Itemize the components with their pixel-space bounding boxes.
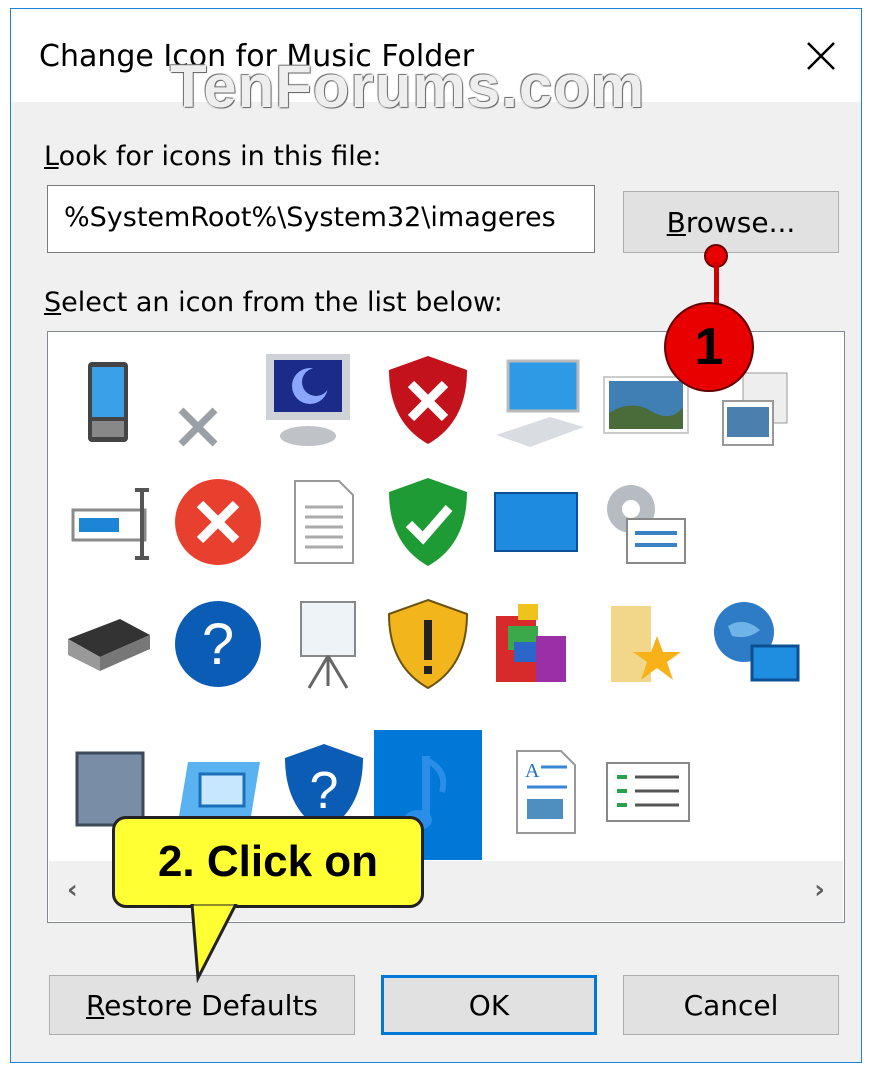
step2-callout-tail <box>190 904 238 984</box>
close-icon <box>807 41 835 70</box>
document-image-icon[interactable]: A <box>496 742 596 842</box>
pda-icon[interactable] <box>58 352 158 452</box>
document-icon[interactable] <box>274 472 374 572</box>
rename-field-icon[interactable] <box>62 474 162 574</box>
programs-icon[interactable] <box>488 594 588 694</box>
gear-checklist-icon[interactable] <box>596 474 696 574</box>
browse-button[interactable]: Browse... <box>623 191 839 253</box>
certificate-icon[interactable] <box>808 762 844 862</box>
display-icon[interactable] <box>486 472 586 572</box>
shield-check-icon[interactable] <box>378 472 478 572</box>
folder-partial-icon[interactable] <box>818 480 844 580</box>
svg-text:A: A <box>525 760 540 782</box>
list-label: Select an icon from the list below: <box>44 287 503 318</box>
step2-callout: 2. Click on <box>112 816 424 908</box>
icon-file-path-input[interactable]: %SystemRoot%\System32\imageres <box>47 185 595 253</box>
scanner-icon[interactable] <box>58 594 158 694</box>
restore-defaults-button[interactable]: Restore Defaults <box>49 975 355 1035</box>
projector-screen-icon[interactable] <box>278 594 378 694</box>
list-icon[interactable] <box>598 742 698 842</box>
partial-icon[interactable] <box>808 354 844 454</box>
step1-pointer-line <box>714 262 719 306</box>
monitor-icon[interactable] <box>258 350 358 450</box>
favorites-folder-icon[interactable] <box>596 594 696 694</box>
ok-button[interactable]: OK <box>381 975 597 1035</box>
window-title: Change Icon for Music Folder <box>39 39 475 74</box>
scroll-left-icon[interactable]: ‹ <box>67 875 78 905</box>
network-globe-icon[interactable] <box>706 594 806 694</box>
help-circle-icon[interactable]: ? <box>168 594 268 694</box>
shield-warning-icon[interactable] <box>378 594 478 694</box>
svg-text:?: ? <box>310 762 339 820</box>
title-bar: Change Icon for Music Folder <box>11 9 861 102</box>
page-partial-icon[interactable] <box>818 594 844 694</box>
svg-text:?: ? <box>202 612 234 677</box>
x-mark-icon[interactable] <box>148 377 248 477</box>
scroll-right-icon[interactable]: › <box>814 875 825 905</box>
step1-badge: 1 <box>664 302 754 392</box>
close-button[interactable] <box>781 9 861 102</box>
shield-error-icon[interactable] <box>378 350 478 450</box>
file-label: Look for icons in this file: <box>44 141 382 172</box>
cancel-button[interactable]: Cancel <box>623 975 839 1035</box>
error-circle-icon[interactable] <box>168 472 268 572</box>
computer-icon[interactable] <box>488 352 588 452</box>
